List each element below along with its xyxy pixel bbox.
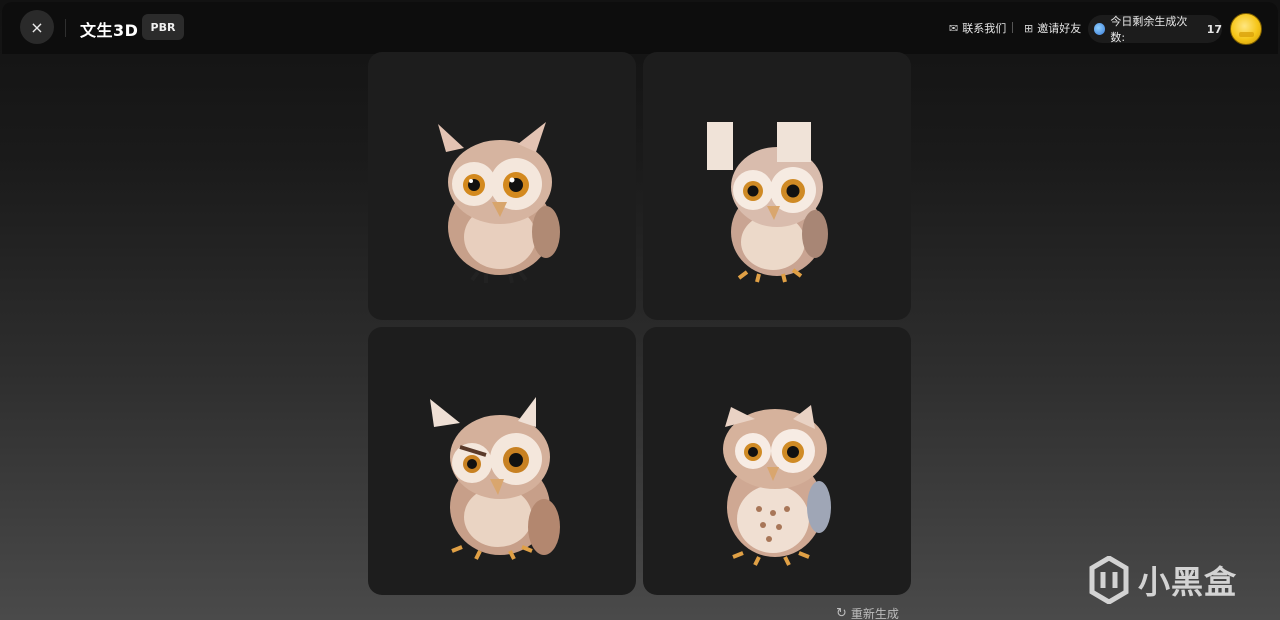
regenerate-label: 重新生成 xyxy=(850,607,899,620)
owl-model-image xyxy=(430,397,560,560)
invite-friends-label: 邀请好友 xyxy=(1037,22,1082,35)
watermark-text: 小黑盒 xyxy=(1138,563,1238,601)
user-avatar[interactable] xyxy=(1230,13,1262,45)
refresh-icon: ↻ xyxy=(836,606,847,620)
contact-us-link[interactable]: ✉ 联系我们 xyxy=(949,20,1006,36)
result-card-4[interactable] xyxy=(643,327,911,595)
top-bar: × 文生3D PBR ✉ 联系我们 ⊞ 邀请好友 今日剩余生成次数: 17 xyxy=(2,2,1278,54)
result-card-1[interactable] xyxy=(368,52,636,320)
heybox-logo-icon xyxy=(1089,556,1129,604)
quota-value: 17 xyxy=(1206,22,1222,36)
result-card-2[interactable] xyxy=(643,52,911,320)
watermark: 小黑盒 xyxy=(1088,556,1237,604)
daily-quota-badge: 今日剩余生成次数: 17 xyxy=(1088,15,1222,44)
owl-model-image xyxy=(438,122,560,284)
quota-label: 今日剩余生成次数: xyxy=(1110,15,1188,44)
contact-us-label: 联系我们 xyxy=(962,22,1007,35)
close-icon: × xyxy=(30,17,44,37)
quota-coin-icon xyxy=(1094,23,1106,35)
page-title: 文生3D xyxy=(80,21,139,40)
mail-icon: ✉ xyxy=(949,21,959,35)
pbr-badge[interactable]: PBR xyxy=(142,14,184,40)
owl-model-image xyxy=(707,122,828,283)
nav-divider xyxy=(1012,22,1013,33)
invite-friends-link[interactable]: ⊞ 邀请好友 xyxy=(1024,20,1081,36)
gift-icon: ⊞ xyxy=(1024,21,1034,35)
regenerate-button[interactable]: ↻ 重新生成 xyxy=(836,605,899,620)
close-button[interactable]: × xyxy=(20,10,54,44)
result-card-3[interactable] xyxy=(368,327,636,595)
owl-model-image xyxy=(723,405,831,566)
title-divider xyxy=(65,19,66,37)
